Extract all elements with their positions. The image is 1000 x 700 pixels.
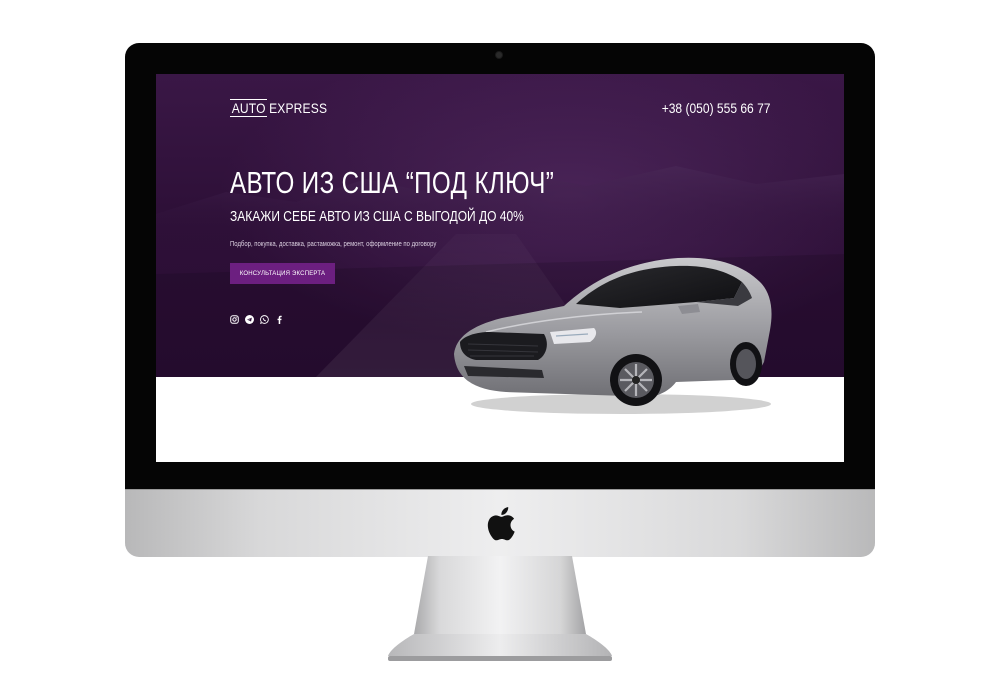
telegram-icon[interactable] bbox=[245, 315, 254, 324]
webcam bbox=[496, 52, 502, 58]
monitor-mockup: AUTO EXPRESS +38 (050) 555 66 77 АВТО ИЗ … bbox=[0, 0, 1000, 700]
site-logo[interactable]: AUTO EXPRESS bbox=[230, 99, 328, 117]
facebook-icon[interactable] bbox=[275, 315, 284, 324]
social-links bbox=[230, 315, 284, 324]
expert-consultation-button[interactable]: КОНСУЛЬТАЦИЯ ЭКСПЕРТА bbox=[230, 263, 335, 284]
logo-auto-text: AUTO bbox=[230, 99, 268, 117]
car-image bbox=[454, 257, 772, 414]
apple-logo-icon bbox=[487, 507, 515, 541]
logo-express-text: EXPRESS bbox=[269, 100, 328, 116]
instagram-icon[interactable] bbox=[230, 315, 239, 324]
phone-number-link[interactable]: +38 (050) 555 66 77 bbox=[661, 100, 770, 116]
hero-description: Подбор, покупка, доставка, растаможка, р… bbox=[230, 241, 437, 248]
monitor-stand bbox=[388, 556, 612, 661]
hero-title: АВТО ИЗ США “ПОД КЛЮЧ” bbox=[230, 165, 555, 200]
website-screen: AUTO EXPRESS +38 (050) 555 66 77 АВТО ИЗ … bbox=[156, 74, 844, 462]
hero-subtitle: ЗАКАЖИ СЕБЕ АВТО ИЗ США С ВЫГОДОЙ ДО 40% bbox=[230, 208, 524, 225]
whatsapp-icon[interactable] bbox=[260, 315, 269, 324]
